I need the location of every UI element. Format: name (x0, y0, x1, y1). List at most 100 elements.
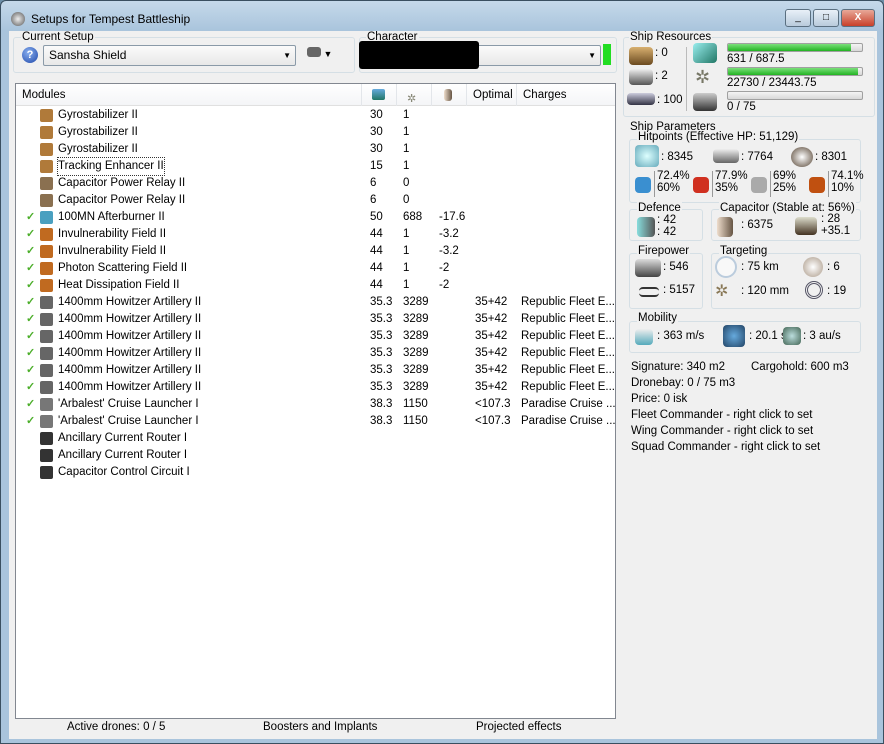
active-check-icon[interactable]: ✓ (26, 362, 35, 379)
projected-effects-tab[interactable]: Projected effects (476, 721, 561, 733)
module-charges: Paradise Cruise ... (521, 415, 616, 427)
module-name: 1400mm Howitzer Artillery II (58, 381, 202, 393)
kinetic-shield-resist: 69% (773, 170, 797, 182)
gyrostabilizer-icon (40, 109, 53, 122)
thermal-resist-icon (693, 177, 709, 193)
module-cpu: 30 (370, 126, 383, 138)
active-check-icon[interactable]: ✓ (26, 396, 35, 413)
boosters-tab[interactable]: Boosters and Implants (263, 721, 377, 733)
module-row[interactable]: ✓ 1400mm Howitzer Artillery II 35.3 3289 35+… (16, 379, 615, 396)
module-cpu: 35.3 (370, 313, 393, 325)
max-targets: : 6 (827, 261, 840, 273)
col-modules[interactable]: Modules (16, 84, 362, 106)
powergrid-value: 22730 / 23443.75 (727, 77, 817, 89)
active-check-icon[interactable]: ✓ (26, 277, 35, 294)
module-row[interactable]: ✓ 1400mm Howitzer Artillery II 35.3 3289 35+… (16, 362, 615, 379)
active-check-icon[interactable]: ✓ (26, 413, 35, 430)
module-name: Ancillary Current Router I (58, 432, 188, 444)
ship-menu-button[interactable]: ▼ (307, 47, 337, 63)
module-row[interactable]: ✓ 1400mm Howitzer Artillery II 35.3 3289 35+… (16, 311, 615, 328)
module-row[interactable]: ✓ Photon Scattering Field II 44 1 -2 (16, 260, 615, 277)
module-row[interactable]: ✓ Invulnerability Field II 44 1 -3.2 (16, 243, 615, 260)
module-row[interactable]: Capacitor Control Circuit I (16, 464, 615, 481)
module-row[interactable]: ✓ 1400mm Howitzer Artillery II 35.3 3289 35+… (16, 328, 615, 345)
active-check-icon[interactable]: ✓ (26, 311, 35, 328)
turret-icon (629, 47, 653, 65)
module-row[interactable]: Tracking Enhancer II 15 1 (16, 157, 615, 176)
active-check-icon[interactable]: ✓ (26, 260, 35, 277)
module-row[interactable]: Gyrostabilizer II 30 1 (16, 141, 615, 158)
module-cap: -3.2 (439, 228, 459, 240)
module-row[interactable]: ✓ 100MN Afterburner II 50 688 -17.6 (16, 209, 615, 226)
module-name: Invulnerability Field II (58, 228, 167, 240)
module-pg: 1 (403, 126, 410, 138)
module-name: Gyrostabilizer II (58, 126, 138, 138)
active-check-icon[interactable]: ✓ (26, 226, 35, 243)
modules-list[interactable]: Modules ✲ Optimal Charges Gyrostabilizer… (15, 83, 616, 719)
module-row[interactable]: ✓ 1400mm Howitzer Artillery II 35.3 3289 35+… (16, 345, 615, 362)
col-charges[interactable]: Charges (517, 84, 616, 106)
module-cpu: 30 (370, 109, 383, 121)
module-row[interactable]: Capacitor Power Relay II 6 0 (16, 175, 615, 192)
module-row[interactable]: Ancillary Current Router I (16, 447, 615, 464)
module-cap: -2 (439, 262, 450, 274)
active-drones-tab[interactable]: Active drones: 0 / 5 (67, 721, 165, 733)
active-check-icon[interactable]: ✓ (26, 328, 35, 345)
launcher-icon (40, 415, 53, 428)
close-button[interactable]: X (841, 9, 875, 27)
module-name: Heat Dissipation Field II (58, 279, 180, 291)
status-indicator (603, 44, 611, 65)
module-pg: 1 (403, 160, 410, 172)
active-check-icon[interactable]: ✓ (26, 209, 35, 226)
maximize-button[interactable]: □ (813, 9, 839, 27)
redacted-block (359, 41, 479, 69)
cpu-icon (693, 43, 717, 63)
powergrid-bar (727, 67, 863, 76)
col-optimal[interactable]: Optimal (467, 84, 517, 106)
module-cpu: 35.3 (370, 364, 393, 376)
module-cpu: 35.3 (370, 347, 393, 359)
module-name: 1400mm Howitzer Artillery II (58, 347, 202, 359)
active-check-icon[interactable]: ✓ (26, 243, 35, 260)
module-row[interactable]: Capacitor Power Relay II 6 0 (16, 192, 615, 209)
active-check-icon[interactable]: ✓ (26, 345, 35, 362)
module-cpu: 30 (370, 143, 383, 155)
module-row[interactable]: Gyrostabilizer II 30 1 (16, 107, 615, 124)
dronebay: Dronebay: 0 / 75 m3 (631, 377, 736, 389)
divider (828, 171, 829, 197)
fleet-commander[interactable]: Fleet Commander - right click to set (631, 409, 813, 421)
artillery-icon (40, 364, 53, 377)
wing-commander[interactable]: Wing Commander - right click to set (631, 425, 813, 437)
col-cpu[interactable] (362, 84, 397, 106)
drone-bandwidth-value: 0 / 75 (727, 101, 756, 113)
col-capacitor[interactable] (432, 84, 467, 106)
active-check-icon[interactable]: ✓ (26, 379, 35, 396)
price: Price: 0 isk (631, 393, 688, 405)
module-optimal: 35+42 (475, 296, 508, 308)
module-optimal: <107.3 (475, 398, 511, 410)
module-row[interactable]: ✓ 'Arbalest' Cruise Launcher I 38.3 1150 <10… (16, 413, 616, 430)
afterburner-icon (40, 211, 53, 224)
module-row[interactable]: ✓ Heat Dissipation Field II 44 1 -2 (16, 277, 615, 294)
col-powergrid[interactable]: ✲ (397, 84, 432, 106)
module-row[interactable]: ✓ 'Arbalest' Cruise Launcher I 38.3 1150 <10… (16, 396, 616, 413)
speed-icon (635, 329, 653, 345)
module-row[interactable]: ✓ 1400mm Howitzer Artillery II 35.3 3289 35+… (16, 294, 615, 311)
cpu-icon (372, 89, 385, 100)
module-name: 1400mm Howitzer Artillery II (58, 330, 202, 342)
minimize-button[interactable]: _ (785, 9, 811, 27)
setup-select[interactable]: Sansha Shield ▼ (43, 45, 296, 66)
module-pg: 1 (403, 245, 410, 257)
active-check-icon[interactable]: ✓ (26, 294, 35, 311)
targeting-range: : 75 km (741, 261, 779, 273)
module-row[interactable]: Gyrostabilizer II 30 1 (16, 124, 615, 141)
module-row[interactable]: ✓ Invulnerability Field II 44 1 -3.2 (16, 226, 615, 243)
cap-recharge-icon (795, 217, 817, 235)
em-armor-resist: 60% (657, 182, 681, 194)
squad-commander[interactable]: Squad Commander - right click to set (631, 441, 820, 453)
help-icon[interactable]: ? (22, 47, 38, 63)
module-row[interactable]: Ancillary Current Router I (16, 430, 615, 447)
defence-b: : 42 (657, 226, 677, 238)
explosive-resist-icon (809, 177, 825, 193)
dps-icon (635, 259, 661, 277)
